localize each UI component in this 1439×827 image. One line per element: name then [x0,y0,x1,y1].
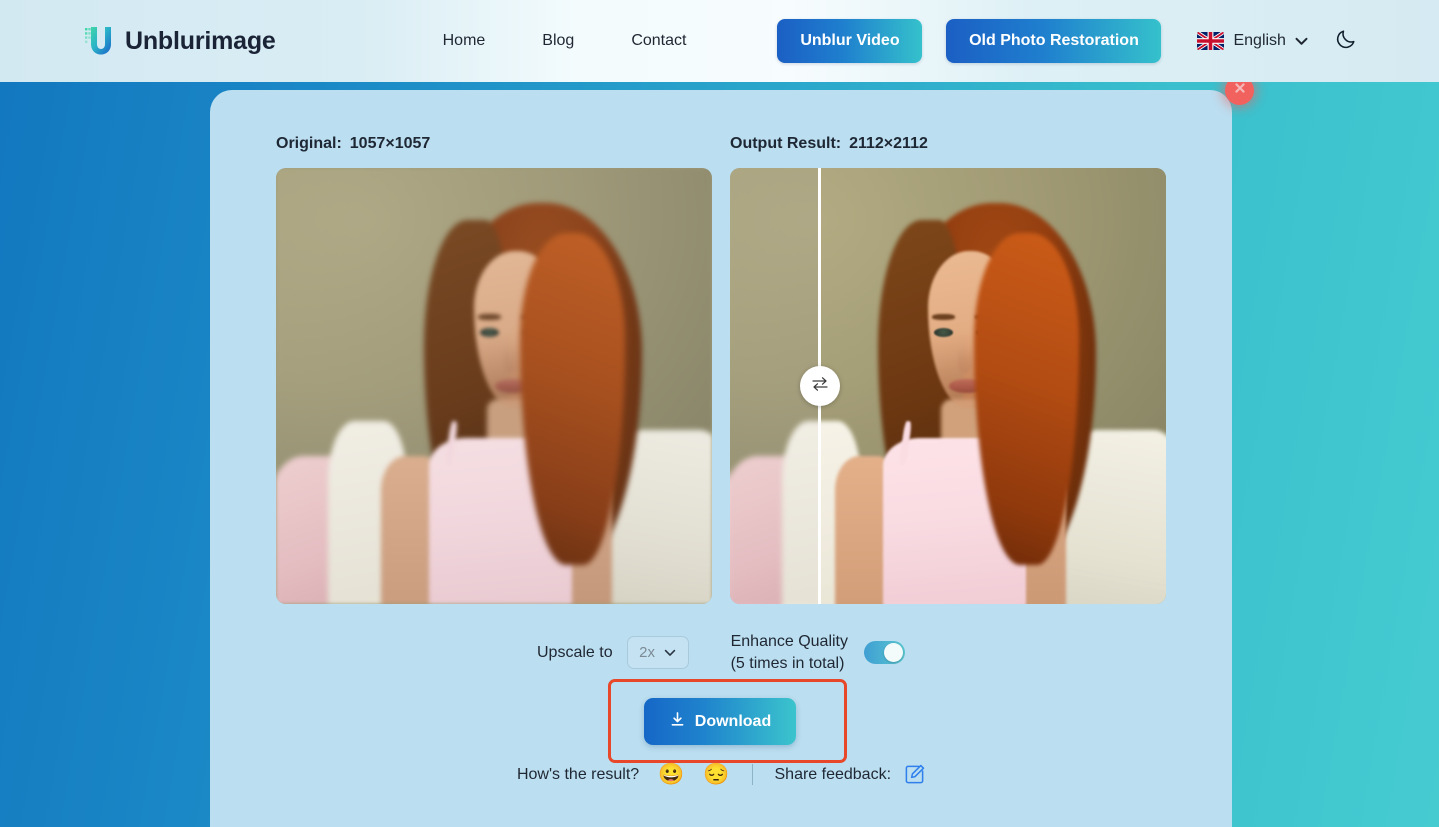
original-photo [276,168,712,604]
main-navigation: Home Blog Contact [443,32,687,50]
language-label: English [1233,32,1286,49]
uk-flag-icon [1197,32,1225,50]
upscale-label: Upscale to [537,643,613,661]
download-button-label: Download [694,712,772,730]
close-x-icon [1233,81,1247,100]
compare-slider-handle[interactable] [799,366,840,406]
old-photo-restoration-button[interactable]: Old Photo Restoration [946,19,1162,63]
result-panel: Original: 1057×1057 Output Result: 2112×21… [210,76,1254,827]
output-image-label: Output Result: 2112×2112 [730,135,928,153]
brand-logo-area[interactable]: Unblurimage [84,24,276,58]
original-label-text: Original: [276,135,342,152]
upscale-controls-row: Upscale to 2x Enhance Quality (5 times i… [210,631,1232,674]
chevron-down-icon [1295,37,1308,46]
swap-left-right-arrows-icon [810,376,830,397]
feedback-sad-button[interactable]: 😔 [703,764,729,785]
enhance-quality-subtitle: (5 times in total) [730,654,845,672]
image-labels-row: Original: 1057×1057 Output Result: 2112×21… [210,135,1232,159]
nav-link-contact[interactable]: Contact [631,32,686,50]
original-image-label: Original: 1057×1057 [276,135,430,153]
feedback-divider [751,764,753,785]
nav-link-blog[interactable]: Blog [542,32,574,50]
enhance-quality-block: Enhance Quality (5 times in total) [731,631,905,674]
site-header: Unblurimage Home Blog Contact Unblur Vid… [0,0,1439,82]
enhance-quality-toggle[interactable] [864,641,905,665]
original-image-pane [276,168,712,604]
upscale-select[interactable]: 2x [626,636,689,670]
pencil-edit-icon[interactable] [904,764,925,785]
enhance-quality-title: Enhance Quality [730,633,848,650]
output-label-text: Output Result: [730,135,842,152]
unblurimage-u-logo-icon [84,24,114,58]
nav-link-home[interactable]: Home [443,32,486,50]
feedback-question: How's the result? [516,765,640,783]
language-selector[interactable]: English [1197,32,1308,50]
moon-icon [1335,28,1357,55]
share-feedback-label: Share feedback: [774,765,892,783]
original-dimensions: 1057×1057 [349,135,431,152]
header-cta-group: Unblur Video Old Photo Restoration [777,19,1162,63]
upscale-selected-value: 2x [639,644,656,662]
enhance-quality-text: Enhance Quality (5 times in total) [731,631,848,674]
feedback-happy-button[interactable]: 😀 [658,764,684,785]
output-image-pane[interactable] [730,168,1166,604]
dark-mode-toggle[interactable] [1335,28,1357,55]
download-button[interactable]: Download [644,698,796,745]
feedback-row: How's the result? 😀 😔 Share feedback: [210,764,1232,785]
toggle-knob [884,643,903,663]
download-arrow-icon [669,711,686,733]
unblur-video-button[interactable]: Unblur Video [777,19,923,63]
chevron-down-icon [664,644,676,662]
output-dimensions: 2112×2112 [849,135,928,152]
brand-name: Unblurimage [125,26,276,55]
